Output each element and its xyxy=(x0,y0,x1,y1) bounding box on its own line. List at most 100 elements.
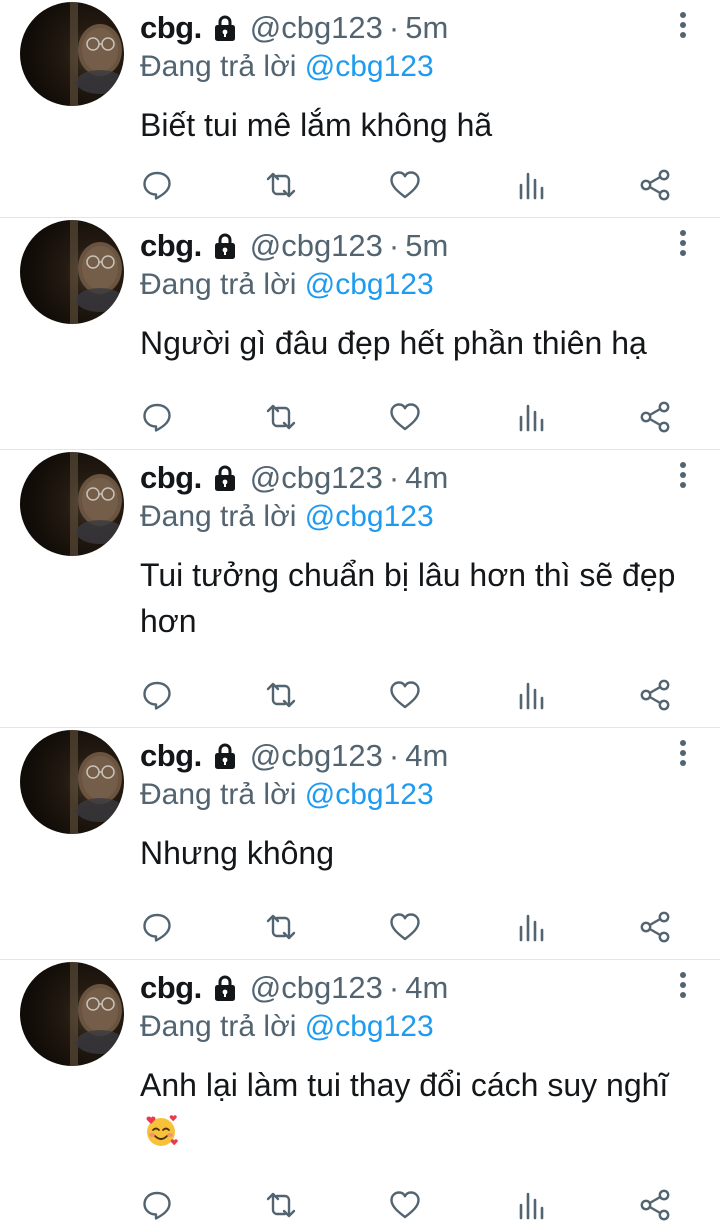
display-name[interactable]: cbg. xyxy=(140,460,202,496)
action-bar xyxy=(0,910,720,950)
tweet[interactable]: cbg. @cbg123 · 4m Đang trả lời @c xyxy=(0,960,720,1221)
replying-to-mention[interactable]: @cbg123 xyxy=(305,1010,434,1043)
separator-dot: · xyxy=(388,738,400,773)
replying-to-label: Đang trả lời xyxy=(140,500,297,533)
tweet-text: Anh lại làm tui thay đổi cách suy nghĩ xyxy=(140,1062,700,1154)
separator-dot: · xyxy=(388,970,400,1005)
replying-to-mention[interactable]: @cbg123 xyxy=(305,50,434,83)
tweet-header: cbg. @cbg123 · 5m xyxy=(140,8,448,48)
tweet[interactable]: cbg. @cbg123 · 4m Đang trả lời @c xyxy=(0,450,720,728)
separator-dot: · xyxy=(388,460,400,495)
replying-to: Đang trả lời @cbg123 xyxy=(140,50,434,84)
avatar[interactable] xyxy=(20,452,124,556)
timestamp[interactable]: 4m xyxy=(405,970,448,1006)
tweet-text-content: Nhưng không xyxy=(140,835,334,871)
views-icon[interactable] xyxy=(515,910,549,944)
share-icon[interactable] xyxy=(638,1188,672,1222)
user-handle[interactable]: @cbg123 xyxy=(250,10,383,46)
views-icon[interactable] xyxy=(515,400,549,434)
separator-dot: · xyxy=(388,10,400,45)
display-name[interactable]: cbg. xyxy=(140,970,202,1006)
user-handle[interactable]: @cbg123 xyxy=(250,228,383,264)
user-handle[interactable]: @cbg123 xyxy=(250,460,383,496)
tweet[interactable]: cbg. @cbg123 · 5m Đang trả lời @c xyxy=(0,0,720,218)
tweet-text: Tui tưởng chuẩn bị lâu hơn thì sẽ đẹp hơ… xyxy=(140,552,700,644)
lock-icon xyxy=(210,741,240,771)
avatar[interactable] xyxy=(20,2,124,106)
action-bar xyxy=(0,678,720,718)
replying-to-mention[interactable]: @cbg123 xyxy=(305,778,434,811)
display-name[interactable]: cbg. xyxy=(140,10,202,46)
replying-to: Đang trả lời @cbg123 xyxy=(140,1010,434,1044)
display-name[interactable]: cbg. xyxy=(140,228,202,264)
tweet-text-content: Anh lại làm tui thay đổi cách suy nghĩ xyxy=(140,1067,669,1103)
timestamp[interactable]: 4m xyxy=(405,460,448,496)
tweet-text: Biết tui mê lắm không hã xyxy=(140,102,700,148)
heart-icon[interactable] xyxy=(388,1188,422,1222)
tweet-header: cbg. @cbg123 · 4m xyxy=(140,968,448,1008)
views-icon[interactable] xyxy=(515,1188,549,1222)
smiling-face-with-hearts-emoji xyxy=(144,1114,178,1148)
separator-dot: · xyxy=(388,228,400,263)
timestamp[interactable]: 5m xyxy=(405,228,448,264)
retweet-icon[interactable] xyxy=(264,400,298,434)
reply-icon[interactable] xyxy=(140,910,174,944)
tweet-text-content: Biết tui mê lắm không hã xyxy=(140,107,493,143)
heart-icon[interactable] xyxy=(388,678,422,712)
retweet-icon[interactable] xyxy=(264,168,298,202)
retweet-icon[interactable] xyxy=(264,910,298,944)
share-icon[interactable] xyxy=(638,168,672,202)
lock-icon xyxy=(210,13,240,43)
avatar[interactable] xyxy=(20,962,124,1066)
heart-icon[interactable] xyxy=(388,910,422,944)
user-handle[interactable]: @cbg123 xyxy=(250,738,383,774)
share-icon[interactable] xyxy=(638,678,672,712)
retweet-icon[interactable] xyxy=(264,678,298,712)
lock-icon xyxy=(210,463,240,493)
more-vertical-icon[interactable] xyxy=(676,738,690,768)
share-icon[interactable] xyxy=(638,910,672,944)
more-vertical-icon[interactable] xyxy=(676,228,690,258)
action-bar xyxy=(0,168,720,208)
more-vertical-icon[interactable] xyxy=(676,970,690,1000)
views-icon[interactable] xyxy=(515,168,549,202)
replying-to-mention[interactable]: @cbg123 xyxy=(305,500,434,533)
replying-to-label: Đang trả lời xyxy=(140,1010,297,1043)
reply-icon[interactable] xyxy=(140,168,174,202)
lock-icon xyxy=(210,231,240,261)
display-name[interactable]: cbg. xyxy=(140,738,202,774)
more-vertical-icon[interactable] xyxy=(676,460,690,490)
reply-icon[interactable] xyxy=(140,1188,174,1222)
user-handle[interactable]: @cbg123 xyxy=(250,970,383,1006)
reply-icon[interactable] xyxy=(140,678,174,712)
heart-icon[interactable] xyxy=(388,400,422,434)
tweet[interactable]: cbg. @cbg123 · 4m Đang trả lời @c xyxy=(0,728,720,960)
views-icon[interactable] xyxy=(515,678,549,712)
replying-to: Đang trả lời @cbg123 xyxy=(140,500,434,534)
tweet-text: Nhưng không xyxy=(140,830,700,876)
replying-to-mention[interactable]: @cbg123 xyxy=(305,268,434,301)
replying-to: Đang trả lời @cbg123 xyxy=(140,778,434,812)
heart-icon[interactable] xyxy=(388,168,422,202)
share-icon[interactable] xyxy=(638,400,672,434)
retweet-icon[interactable] xyxy=(264,1188,298,1222)
tweet[interactable]: cbg. @cbg123 · 5m Đang trả lời @c xyxy=(0,218,720,450)
more-vertical-icon[interactable] xyxy=(676,10,690,40)
replying-to-label: Đang trả lời xyxy=(140,50,297,83)
replying-to-label: Đang trả lời xyxy=(140,778,297,811)
timestamp[interactable]: 4m xyxy=(405,738,448,774)
tweet-text: Người gì đâu đẹp hết phần thiên hạ xyxy=(140,320,700,366)
action-bar xyxy=(0,400,720,440)
tweet-header: cbg. @cbg123 · 4m xyxy=(140,736,448,776)
tweet-text-content: Tui tưởng chuẩn bị lâu hơn thì sẽ đẹp hơ… xyxy=(140,557,676,639)
lock-icon xyxy=(210,973,240,1003)
tweet-header: cbg. @cbg123 · 4m xyxy=(140,458,448,498)
tweet-header: cbg. @cbg123 · 5m xyxy=(140,226,448,266)
avatar[interactable] xyxy=(20,730,124,834)
reply-icon[interactable] xyxy=(140,400,174,434)
action-bar xyxy=(0,1188,720,1228)
timestamp[interactable]: 5m xyxy=(405,10,448,46)
replying-to-label: Đang trả lời xyxy=(140,268,297,301)
avatar[interactable] xyxy=(20,220,124,324)
replying-to: Đang trả lời @cbg123 xyxy=(140,268,434,302)
